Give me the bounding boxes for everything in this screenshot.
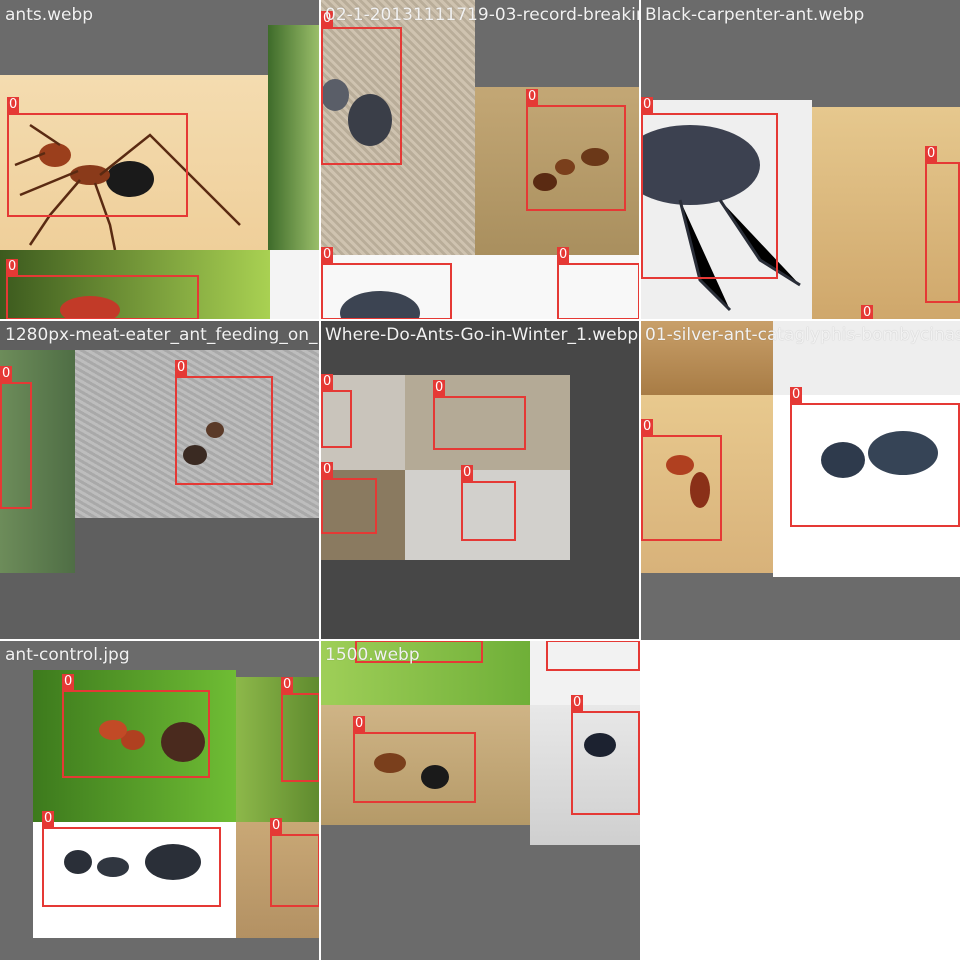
image-filename: Where-Do-Ants-Go-in-Winter_1.webp — [325, 325, 639, 345]
mosaic-tile-8: 1500.webp 0 0 0 0 — [320, 640, 640, 960]
detection-box: 0 — [321, 247, 452, 320]
class-label: 0 — [62, 674, 75, 690]
mosaic-tile-3: Black-carpenter-ant.webp 0 0 0 — [640, 0, 960, 320]
class-label: 0 — [321, 462, 334, 478]
class-label: 0 — [641, 419, 654, 435]
detection-box: 0 — [281, 677, 320, 782]
grid-divider-v1 — [319, 0, 321, 960]
detection-box: 0 — [433, 380, 526, 450]
mosaic-tile-6: 01-silver-ant-cataglyphis-bombycinas 0 0 — [640, 320, 960, 640]
image-filename: 1280px-meat-eater_ant_feeding_on_honey02 — [5, 325, 320, 345]
grid-divider-h1 — [0, 319, 960, 321]
detection-box: 0 — [7, 97, 188, 217]
image-filename: ant-control.jpg — [5, 645, 130, 665]
detection-box: 0 — [62, 674, 210, 778]
class-label: 0 — [790, 387, 803, 403]
detection-box: 0 — [321, 11, 402, 165]
mosaic-tile-5: Where-Do-Ants-Go-in-Winter_1.webp 0 0 0 … — [320, 320, 640, 640]
detection-box: 0 — [641, 419, 722, 541]
detection-box: 0 — [321, 462, 377, 534]
image-filename: Black-carpenter-ant.webp — [645, 5, 865, 25]
detection-box: 0 — [0, 366, 32, 509]
class-label: 0 — [321, 247, 334, 263]
detection-box: 0 — [546, 640, 640, 671]
class-label: 0 — [641, 97, 654, 113]
detection-box: 0 — [925, 146, 960, 303]
detection-box: 0 — [353, 716, 476, 803]
mosaic-tile-4: 1280px-meat-eater_ant_feeding_on_honey02… — [0, 320, 320, 640]
detection-box: 0 — [526, 89, 626, 211]
mosaic-tile-2: 02-1-20131111719-03-record-breaking-ants… — [320, 0, 640, 320]
image-filename: 01-silver-ant-cataglyphis-bombycinas — [645, 325, 960, 345]
image-filename: ants.webp — [5, 5, 94, 25]
class-label: 0 — [281, 677, 294, 693]
detection-box: 0 — [461, 465, 516, 541]
detection-box: 0 — [557, 247, 640, 320]
grid-divider-h2 — [0, 639, 640, 641]
mosaic-tile-7: ant-control.jpg 0 0 0 0 — [0, 640, 320, 960]
detection-box: 0 — [42, 811, 221, 907]
class-label: 0 — [42, 811, 55, 827]
class-label: 0 — [526, 89, 539, 105]
class-label: 0 — [7, 97, 20, 113]
class-label: 0 — [0, 366, 13, 382]
class-label: 0 — [321, 374, 334, 390]
class-label: 0 — [557, 247, 570, 263]
detection-box: 0 — [321, 374, 352, 448]
class-label: 0 — [353, 716, 366, 732]
detection-box: 0 — [641, 97, 778, 279]
detection-box: 0 — [571, 695, 640, 815]
image-filename: 02-1-20131111719-03-record-breaking-ants… — [325, 5, 640, 25]
class-label: 0 — [461, 465, 474, 481]
class-label: 0 — [861, 305, 874, 320]
photo-white-corner — [270, 250, 320, 320]
photo-green-corner — [268, 25, 320, 250]
detection-box: 0 — [270, 818, 320, 907]
mosaic-tile-1: ants.webp 0 0 — [0, 0, 320, 320]
detection-box: 0 — [790, 387, 960, 527]
class-label: 0 — [175, 360, 188, 376]
class-label: 0 — [270, 818, 283, 834]
class-label: 0 — [6, 259, 19, 275]
detection-box: 0 — [6, 259, 199, 320]
class-label: 0 — [571, 695, 584, 711]
class-label: 0 — [433, 380, 446, 396]
image-filename: 1500.webp — [325, 645, 420, 665]
detection-box: 0 — [175, 360, 273, 485]
class-label: 0 — [925, 146, 938, 162]
